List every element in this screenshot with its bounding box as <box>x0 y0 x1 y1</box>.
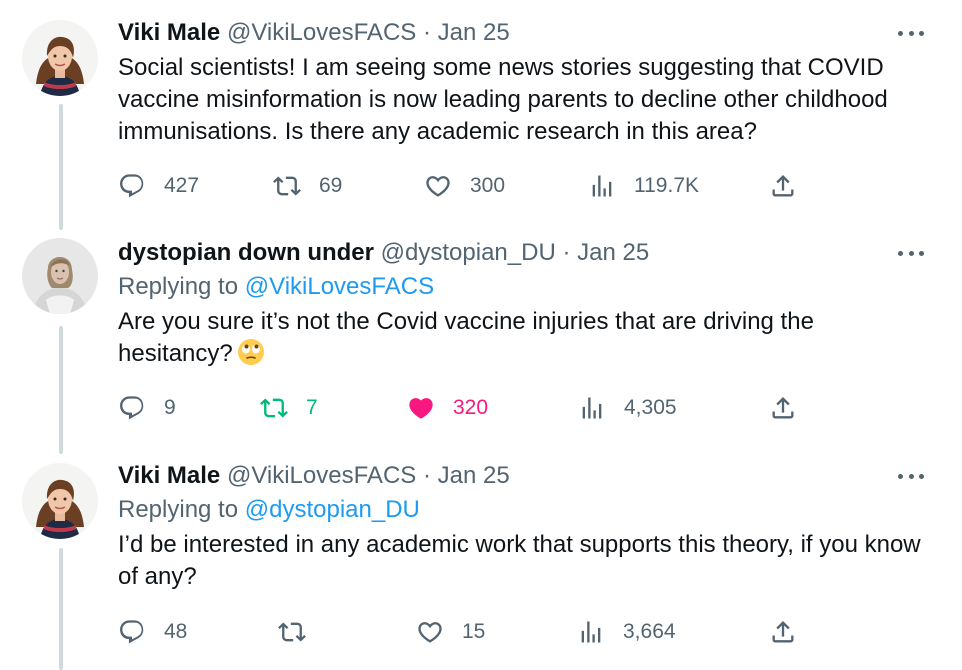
reply-icon <box>120 174 144 198</box>
tweet-date[interactable]: Jan 25 <box>438 462 510 489</box>
views-button[interactable]: 3,664 <box>577 616 676 648</box>
views-count: 4,305 <box>624 396 677 419</box>
replying-to-handle[interactable]: @dystopian_DU <box>245 496 420 523</box>
reply-count: 427 <box>164 174 200 197</box>
reply-count: 9 <box>164 396 176 419</box>
author-handle[interactable]: @VikiLovesFACS <box>227 19 416 46</box>
views-icon <box>592 175 612 197</box>
more-icon[interactable] <box>898 248 924 258</box>
separator: · <box>416 19 438 46</box>
share-icon <box>772 621 794 643</box>
retweet-icon <box>278 622 306 642</box>
like-button[interactable]: 300 <box>424 170 505 202</box>
tweet-text-body: Are you sure it’s not the Covid vaccine … <box>118 308 814 367</box>
tweet-actions: 48 15 3,664 <box>118 616 818 648</box>
tweet-actions: 9 7 320 4,305 <box>118 392 818 424</box>
tweet-text: I’d be interested in any academic work t… <box>118 531 921 590</box>
author-handle[interactable]: @dystopian_DU <box>381 239 556 266</box>
tweet[interactable]: dystopian down under @dystopian_DU · Jan… <box>0 238 962 438</box>
replying-to-label: Replying to <box>118 496 239 523</box>
author-name[interactable]: Viki Male <box>118 19 220 46</box>
views-count: 119.7K <box>634 174 699 197</box>
share-button[interactable] <box>769 616 797 648</box>
tweet-header: Viki Male @VikiLovesFACS · Jan 25 <box>118 461 932 491</box>
share-button[interactable] <box>769 170 797 202</box>
tweet[interactable]: Viki Male @VikiLovesFACS · Jan 25 Replyi… <box>0 461 962 661</box>
more-icon[interactable] <box>898 28 924 38</box>
avatar[interactable] <box>22 463 98 539</box>
share-icon <box>772 175 794 197</box>
views-icon <box>581 621 601 643</box>
author-name[interactable]: dystopian down under <box>118 239 374 266</box>
share-button[interactable] <box>769 392 797 424</box>
like-count: 320 <box>453 396 489 419</box>
author-handle[interactable]: @VikiLovesFACS <box>227 462 416 489</box>
reply-icon <box>120 620 144 644</box>
reply-count: 48 <box>164 620 188 643</box>
tweet-date[interactable]: Jan 25 <box>577 239 649 266</box>
avatar[interactable] <box>22 20 98 96</box>
views-count: 3,664 <box>623 620 676 643</box>
views-button[interactable]: 4,305 <box>578 392 677 424</box>
separator: · <box>416 462 438 489</box>
separator: · <box>555 239 578 266</box>
like-count: 15 <box>462 620 486 643</box>
like-icon <box>426 176 450 197</box>
replying-to-label: Replying to <box>118 273 239 300</box>
like-icon <box>409 398 433 419</box>
tweet-date[interactable]: Jan 25 <box>438 19 510 46</box>
reply-button[interactable]: 48 <box>118 616 187 648</box>
retweet-button[interactable]: 7 <box>260 392 318 424</box>
retweet-button[interactable]: 69 <box>273 170 342 202</box>
like-button[interactable]: 320 <box>407 392 488 424</box>
tweet-actions: 427 69 300 119.7K <box>118 170 818 202</box>
rolling-eyes-emoji-icon <box>237 339 264 365</box>
like-icon <box>418 622 442 643</box>
retweet-count: 7 <box>306 396 318 419</box>
more-icon[interactable] <box>898 471 924 481</box>
like-button[interactable]: 15 <box>416 616 485 648</box>
replying-to: Replying to @VikiLovesFACS <box>118 272 932 302</box>
replying-to: Replying to @dystopian_DU <box>118 495 932 525</box>
tweet-header: Viki Male @VikiLovesFACS · Jan 25 <box>118 18 932 48</box>
tweet-text: Social scientists! I am seeing some news… <box>118 54 888 145</box>
tweet-header: dystopian down under @dystopian_DU · Jan… <box>118 238 932 268</box>
retweet-icon <box>273 176 301 196</box>
tweet[interactable]: Viki Male @VikiLovesFACS · Jan 25 Social… <box>0 18 962 218</box>
like-count: 300 <box>470 174 506 197</box>
views-button[interactable]: 119.7K <box>588 170 699 202</box>
tweet-text: Are you sure it’s not the Covid vaccine … <box>118 306 932 370</box>
reply-button[interactable]: 9 <box>118 392 176 424</box>
share-icon <box>772 397 794 419</box>
reply-button[interactable]: 427 <box>118 170 199 202</box>
retweet-count: 69 <box>319 174 343 197</box>
retweet-button[interactable] <box>278 616 306 648</box>
retweet-icon <box>260 398 288 418</box>
replying-to-handle[interactable]: @VikiLovesFACS <box>245 273 434 300</box>
views-icon <box>582 397 602 419</box>
avatar[interactable] <box>22 238 98 314</box>
author-name[interactable]: Viki Male <box>118 462 220 489</box>
reply-icon <box>120 396 144 420</box>
